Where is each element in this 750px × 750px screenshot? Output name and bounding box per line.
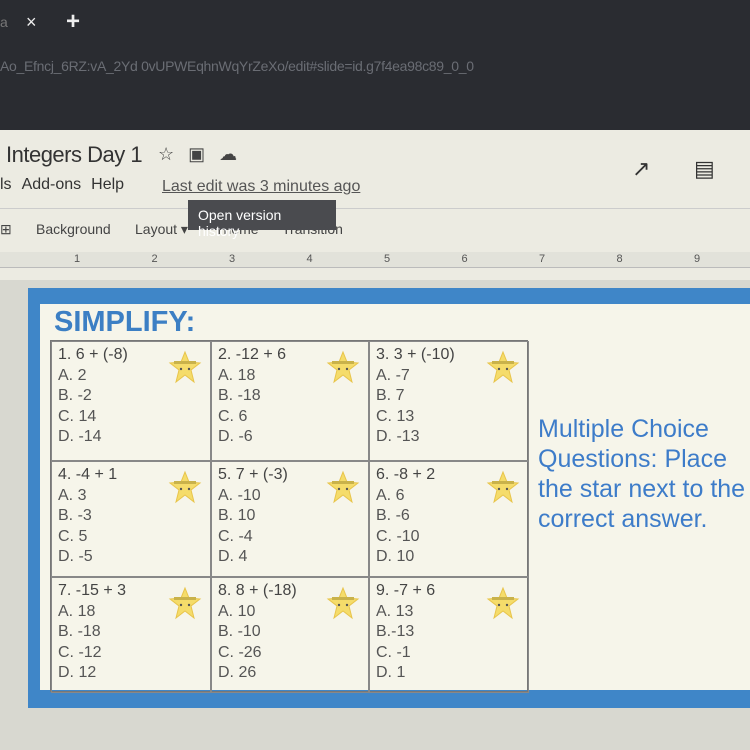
address-bar[interactable]: Ao_Efncj_6RZ:vA_2Yd 0vUPWEqhnWqYrZeXo/ed… xyxy=(0,58,474,74)
answer-option: C. -1 xyxy=(376,643,411,661)
answer-option: D. -6 xyxy=(218,428,253,445)
last-edit-link[interactable]: Last edit was 3 minutes ago xyxy=(162,178,360,196)
answer-option: B. -3 xyxy=(58,507,92,524)
answer-option: B.-13 xyxy=(376,623,415,640)
answer-option: D. 26 xyxy=(218,664,257,681)
answer-option: C. 5 xyxy=(58,527,88,545)
answer-option: D. -5 xyxy=(58,548,93,565)
new-tab-button[interactable]: + xyxy=(66,8,80,36)
question-cell: 2. -12 + 6 A. 18 B. -18 C. 6 D. -6 xyxy=(211,341,369,461)
star-icon[interactable] xyxy=(168,350,202,384)
question-cell: 1. 6 + (-8) A. 2 B. -2 C. 14 D. -14 xyxy=(51,341,211,461)
document-title[interactable]: Integers Day 1 xyxy=(6,142,143,168)
ruler[interactable]: 1 2 3 4 5 6 7 8 9 xyxy=(0,252,750,268)
close-tab-icon[interactable]: × xyxy=(26,12,37,33)
answer-option: D. 1 xyxy=(376,664,406,681)
question-cell: 6. -8 + 2 A. 6 B. -6 C. -10 D. 10 xyxy=(369,461,529,577)
answer-option: D. 10 xyxy=(376,548,415,565)
ruler-tick: 7 xyxy=(539,253,546,265)
question-cell: 9. -7 + 6 A. 13 B.-13 C. -1 D. 1 xyxy=(369,577,529,693)
question-table: 1. 6 + (-8) A. 2 B. -2 C. 14 D. -14 2. -12 + … xyxy=(50,340,529,693)
toolbar: ⊞ Background Layout ▾ Theme Transition xyxy=(0,208,750,248)
answer-option: B. -18 xyxy=(218,387,261,404)
answer-option: C. -12 xyxy=(58,643,102,661)
tab-title[interactable]: a xyxy=(0,14,8,30)
star-icon[interactable] xyxy=(486,586,520,620)
answer-option: D. -13 xyxy=(376,428,420,445)
slide-heading: SIMPLIFY: xyxy=(54,306,196,338)
star-icon[interactable] xyxy=(486,350,520,384)
folder-icon[interactable]: ▣ xyxy=(188,144,205,165)
ruler-tick: 9 xyxy=(694,253,701,265)
star-icon[interactable] xyxy=(168,470,202,504)
question-cell: 4. -4 + 1 A. 3 B. -3 C. 5 D. -5 xyxy=(51,461,211,577)
ruler-tick: 1 xyxy=(74,253,81,265)
ruler-tick: 4 xyxy=(306,253,313,265)
star-icon[interactable] xyxy=(486,470,520,504)
star-icon[interactable]: ☆ xyxy=(158,144,174,165)
version-history-tooltip: Open version history xyxy=(188,200,336,239)
answer-option: B. -2 xyxy=(58,387,92,404)
ruler-tick: 5 xyxy=(384,253,391,265)
ruler-tick: 6 xyxy=(461,253,468,265)
answer-option: D. 12 xyxy=(58,664,97,681)
menu-addons[interactable]: Add-ons xyxy=(22,176,82,194)
answer-option: D. -14 xyxy=(58,428,102,445)
menu-help[interactable]: Help xyxy=(91,176,124,194)
new-slide-icon[interactable]: ⊞ xyxy=(0,221,12,238)
question-cell: 5. 7 + (-3) A. -10 B. 10 C. -4 D. 4 xyxy=(211,461,369,577)
activity-icon[interactable]: ↗ xyxy=(632,156,650,182)
star-icon[interactable] xyxy=(326,470,360,504)
question-cell: 3. 3 + (-10) A. -7 B. 7 C. 13 D. -13 xyxy=(369,341,529,461)
answer-option: C. 6 xyxy=(218,407,248,425)
instructions-text: Multiple Choice Questions: Place the sta… xyxy=(538,415,746,533)
ruler-tick: 8 xyxy=(616,253,623,265)
question-cell: 7. -15 + 3 A. 18 B. -18 C. -12 D. 12 xyxy=(51,577,211,693)
answer-option: C. -10 xyxy=(376,527,420,545)
ruler-tick: 3 xyxy=(229,253,236,265)
star-icon[interactable] xyxy=(326,350,360,384)
menu-tools[interactable]: ls xyxy=(0,176,12,194)
answer-option: B. -10 xyxy=(218,623,261,640)
menu-bar: ls Add-ons Help xyxy=(0,176,124,194)
answer-option: C. -4 xyxy=(218,527,253,545)
ruler-tick: 2 xyxy=(151,253,158,265)
answer-option: C. -26 xyxy=(218,643,262,661)
star-icon[interactable] xyxy=(168,586,202,620)
answer-option: C. 13 xyxy=(376,407,415,425)
answer-option: B. 10 xyxy=(218,507,256,524)
question-cell: 8. 8 + (-18) A. 10 B. -10 C. -26 D. 26 xyxy=(211,577,369,693)
background-button[interactable]: Background xyxy=(36,221,111,237)
answer-option: B. -18 xyxy=(58,623,101,640)
layout-button[interactable]: Layout ▾ xyxy=(135,221,188,238)
answer-option: B. -6 xyxy=(376,507,410,524)
answer-option: C. 14 xyxy=(58,407,97,425)
star-icon[interactable] xyxy=(326,586,360,620)
answer-option: D. 4 xyxy=(218,548,248,565)
comments-icon[interactable]: ▤ xyxy=(694,156,715,182)
cloud-icon[interactable]: ☁ xyxy=(219,144,237,165)
answer-option: B. 7 xyxy=(376,387,405,404)
